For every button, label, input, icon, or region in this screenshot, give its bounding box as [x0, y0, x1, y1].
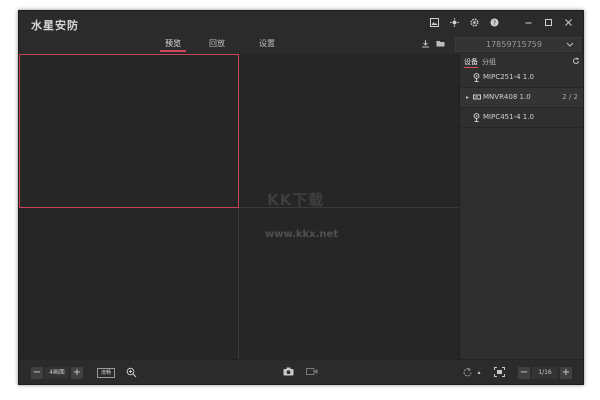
device-name: MNVR408 1.0: [483, 93, 531, 101]
maximize-icon[interactable]: [543, 17, 553, 27]
app-window: 水星安防 ? 预览 回放 设置 17859715759 KK下载 www.kkx…: [18, 10, 584, 385]
device-name: MIPC251-4 1.0: [483, 73, 534, 81]
device-item[interactable]: MIPC251-4 1.0: [460, 68, 583, 87]
account-number: 17859715759: [486, 40, 542, 49]
nvr-icon: [473, 88, 481, 108]
tab-settings[interactable]: 设置: [255, 38, 279, 52]
layout-label: 4画面: [45, 367, 69, 379]
minimize-icon[interactable]: [523, 17, 533, 27]
channel-count: 2 / 2: [562, 93, 578, 101]
video-cell-3[interactable]: [19, 208, 238, 359]
svg-text:?: ?: [492, 20, 495, 27]
gear-icon[interactable]: [469, 17, 479, 27]
video-grid: [19, 54, 459, 359]
device-name: MIPC451-4 1.0: [483, 113, 534, 121]
app-title: 水星安防: [31, 19, 79, 32]
layout-decrease-button[interactable]: −: [31, 367, 43, 379]
title-bar: 水星安防 ?: [19, 11, 583, 36]
record-icon[interactable]: [306, 367, 318, 379]
zoom-in-icon[interactable]: [125, 367, 137, 379]
page-next-button[interactable]: +: [560, 367, 572, 379]
brightness-icon[interactable]: [449, 17, 459, 27]
fullscreen-icon[interactable]: [493, 367, 505, 379]
nav-bar: 预览 回放 设置 17859715759: [19, 36, 583, 54]
tab-groups[interactable]: 分组: [482, 57, 496, 68]
help-icon[interactable]: ?: [489, 17, 499, 27]
caret-right-icon[interactable]: ▸: [466, 88, 469, 107]
watermark-url: www.kkx.net: [265, 229, 339, 240]
title-bar-icons: ?: [429, 17, 573, 27]
page-label: 1/16: [532, 367, 558, 379]
caret-up-icon[interactable]: ▴: [473, 367, 485, 379]
device-item[interactable]: MIPC451-4 1.0: [460, 108, 583, 127]
bottom-toolbar: − 4画面 + 流畅 ▴ − 1/16 +: [19, 359, 583, 384]
download-icon[interactable]: [420, 39, 430, 49]
close-icon[interactable]: [563, 17, 573, 27]
account-dropdown[interactable]: 17859715759: [455, 37, 581, 52]
video-cell-1[interactable]: [19, 54, 239, 208]
divider: [460, 127, 583, 128]
stream-quality-button[interactable]: 流畅: [97, 368, 115, 378]
folder-icon[interactable]: [435, 39, 445, 49]
watermark-logo: KK下载: [267, 191, 325, 209]
tab-playback[interactable]: 回放: [205, 38, 229, 52]
device-panel: 设备 分组 MIPC251-4 1.0 ▸ MNVR408 1.0 2 / 2: [459, 54, 583, 359]
refresh-icon[interactable]: [572, 57, 580, 67]
rotate-icon[interactable]: [461, 367, 473, 379]
tab-devices[interactable]: 设备: [464, 57, 478, 68]
chevron-down-icon: [566, 38, 574, 55]
snapshot-icon[interactable]: [282, 367, 294, 379]
tab-preview[interactable]: 预览: [160, 38, 186, 52]
video-cell-2[interactable]: [239, 54, 459, 207]
device-item-nvr[interactable]: ▸ MNVR408 1.0 2 / 2: [460, 88, 583, 108]
image-icon[interactable]: [429, 17, 439, 27]
layout-increase-button[interactable]: +: [71, 367, 83, 379]
page-prev-button[interactable]: −: [518, 367, 530, 379]
